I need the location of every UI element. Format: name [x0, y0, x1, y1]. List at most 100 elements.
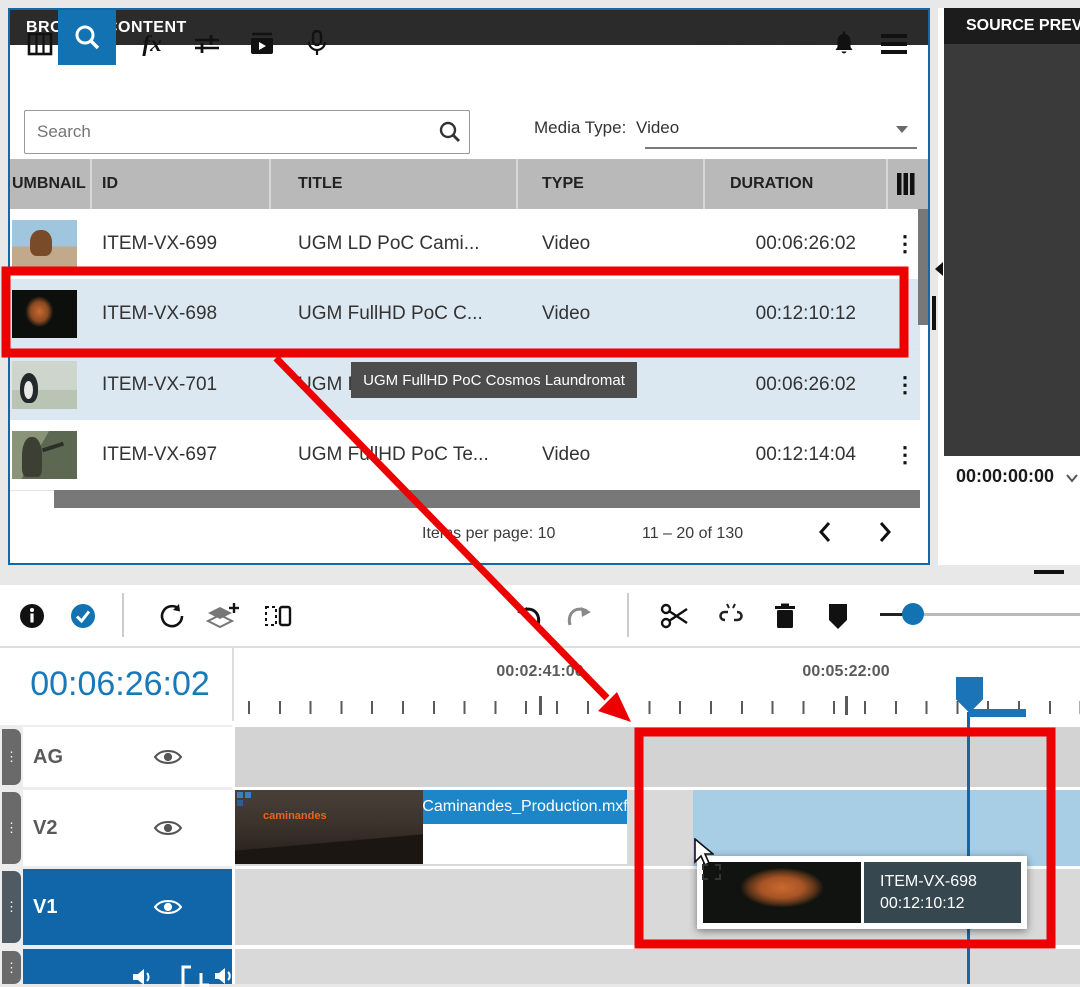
drag-indicator-box: [702, 864, 721, 880]
zoom-slider-track[interactable]: [922, 613, 1080, 616]
items-per-page[interactable]: Items per page: 10: [422, 525, 555, 543]
cell-type: Video: [542, 420, 590, 490]
panel-collapse-icon[interactable]: [935, 262, 943, 276]
table-row[interactable]: ITEM-VX-699 UGM LD PoC Cami... Video 00:…: [10, 209, 920, 280]
table-row[interactable]: ITEM-VX-697 UGM FullHD PoC Te... Video 0…: [10, 420, 920, 491]
column-chooser-icon[interactable]: [896, 159, 916, 209]
split-clip-icon[interactable]: [262, 599, 296, 633]
playhead-extension-bar: [969, 709, 1026, 717]
cell-duration: 00:12:14:04: [730, 420, 856, 490]
audio-volume-icon[interactable]: [131, 967, 157, 987]
horizontal-scrollbar[interactable]: [54, 490, 920, 508]
zoom-slider-track[interactable]: [880, 613, 904, 616]
track-visibility-eye-icon[interactable]: [153, 747, 183, 767]
timeline-ruler[interactable]: 00:02:41:00 00:05:22:00: [234, 648, 1080, 721]
cell-duration: 00:06:26:02: [730, 209, 856, 279]
track-drag-handle[interactable]: ⋮: [2, 729, 21, 785]
track-header-ag[interactable]: AG: [23, 727, 232, 787]
refresh-icon[interactable]: [155, 599, 189, 633]
cut-scissors-icon[interactable]: [658, 599, 692, 633]
clip-body[interactable]: [423, 824, 627, 864]
delete-trash-icon[interactable]: [768, 599, 802, 633]
panel-resize-handle[interactable]: [1034, 570, 1064, 574]
track-label: AG: [33, 746, 153, 769]
table-header-row: UMBNAIL ID TITLE TYPE DURATION: [10, 159, 928, 209]
prev-page-icon[interactable]: [816, 519, 834, 545]
drop-preview-region: [693, 790, 1080, 866]
cell-id: ITEM-VX-699: [102, 209, 217, 279]
ruler-ticks: [248, 701, 1080, 714]
ruler-label: 00:05:22:00: [802, 663, 889, 681]
next-page-icon[interactable]: [876, 519, 894, 545]
track-header-audio[interactable]: [23, 949, 232, 984]
cell-duration: 00:06:26:02: [730, 350, 856, 420]
row-menu-icon[interactable]: ⋮: [890, 209, 920, 279]
table-row-selected[interactable]: ITEM-VX-698 UGM FullHD PoC C... Video 00…: [10, 279, 920, 350]
track-header-v1-selected[interactable]: V1: [23, 869, 232, 945]
row-menu-icon[interactable]: ⋮: [890, 350, 920, 420]
media-type-underline: [645, 147, 917, 149]
col-type[interactable]: TYPE: [542, 159, 584, 209]
timecode-dropdown-icon[interactable]: [1065, 472, 1079, 484]
cell-id: ITEM-VX-701: [102, 350, 217, 420]
drag-ghost-thumbnail: [703, 862, 861, 923]
approve-check-icon[interactable]: [66, 599, 100, 633]
track-lane-audio[interactable]: [235, 949, 1080, 984]
search-input[interactable]: [25, 121, 429, 143]
media-type-select[interactable]: Media Type: Video: [534, 118, 916, 158]
track-visibility-eye-icon[interactable]: [153, 897, 183, 917]
clip-title[interactable]: Caminandes_Production.mxf: [423, 790, 627, 824]
search-tab-button[interactable]: [58, 10, 116, 65]
track-lane-v2[interactable]: caminandes Caminandes_Production.mxf: [235, 790, 1080, 866]
search-field-icon[interactable]: [429, 119, 469, 145]
info-icon[interactable]: [15, 599, 49, 633]
track-drag-handle[interactable]: ⋮: [2, 792, 21, 864]
effects-icon[interactable]: fx: [132, 24, 172, 64]
drag-ghost-duration: 00:12:10:12: [880, 893, 1021, 915]
media-type-caret-icon[interactable]: [896, 126, 908, 133]
redo-icon[interactable]: [562, 599, 596, 633]
track-visibility-eye-icon[interactable]: [153, 818, 183, 838]
col-id[interactable]: ID: [102, 159, 118, 209]
cell-id: ITEM-VX-698: [102, 279, 217, 349]
marker-icon[interactable]: [821, 599, 855, 633]
unlink-icon[interactable]: [714, 599, 748, 633]
title-tooltip: UGM FullHD PoC Cosmos Laundromat: [351, 362, 637, 398]
drag-ghost-card[interactable]: ITEM-VX-698 00:12:10:12: [697, 856, 1027, 929]
row-menu-icon[interactable]: ⋮: [890, 279, 920, 349]
col-duration[interactable]: DURATION: [730, 159, 813, 209]
media-library-icon[interactable]: [20, 24, 60, 64]
track-drag-handle[interactable]: ⋮: [2, 951, 21, 984]
cell-duration: 00:12:10:12: [730, 279, 856, 349]
media-type-value: Video: [636, 118, 679, 137]
drag-ghost-info: ITEM-VX-698 00:12:10:12: [864, 862, 1021, 923]
thumbnail: [12, 431, 77, 479]
track-lane-ag[interactable]: [235, 727, 1080, 787]
notifications-bell-icon[interactable]: [824, 24, 864, 64]
clip-thumbnail[interactable]: caminandes: [235, 790, 423, 864]
search-icon: [58, 10, 116, 65]
video-library-icon[interactable]: [242, 24, 282, 64]
panel-scrollbar-thumb[interactable]: [932, 296, 936, 330]
search-input-wrapper: [24, 110, 470, 154]
cell-title: UGM LD PoC Cami...: [298, 209, 480, 279]
add-layer-icon[interactable]: [206, 599, 240, 633]
row-menu-icon[interactable]: ⋮: [890, 420, 920, 490]
col-title[interactable]: TITLE: [298, 159, 342, 209]
hamburger-menu-icon[interactable]: [874, 24, 914, 64]
drag-ghost-id: ITEM-VX-698: [880, 871, 1021, 893]
media-type-label: Media Type:: [534, 118, 626, 137]
timeline-toolbar: [0, 585, 1080, 648]
track-drag-handle[interactable]: ⋮: [2, 871, 21, 943]
source-preview-title: SOURCE PREV: [944, 8, 1080, 44]
source-preview-panel: SOURCE PREV 00:00:00:00: [938, 8, 1080, 565]
col-thumbnail[interactable]: UMBNAIL: [12, 159, 86, 209]
cell-title: UGM FullHD PoC C...: [298, 279, 483, 349]
zoom-slider-knob[interactable]: [902, 603, 924, 625]
settings-sliders-icon[interactable]: [187, 24, 227, 64]
pagination-bar: Items per page: 10 11 – 20 of 130: [10, 508, 928, 560]
vertical-scrollbar[interactable]: [918, 209, 928, 325]
undo-icon[interactable]: [512, 599, 546, 633]
track-header-v2[interactable]: V2: [23, 790, 232, 866]
microphone-icon[interactable]: [297, 24, 337, 64]
